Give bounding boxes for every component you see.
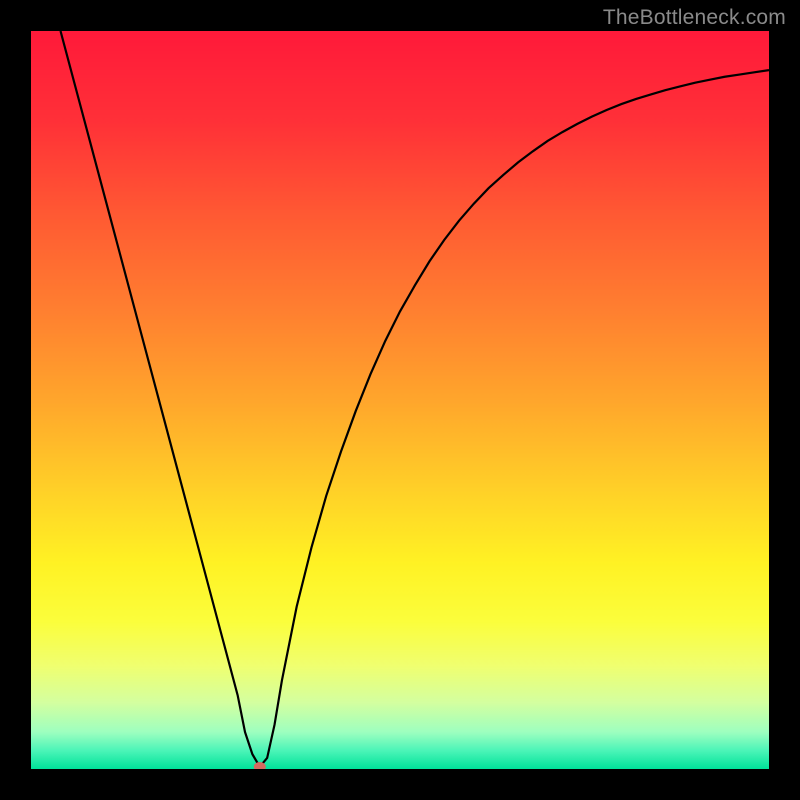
watermark-text: TheBottleneck.com — [603, 6, 786, 30]
bottleneck-chart — [31, 31, 769, 769]
chart-background-gradient — [31, 31, 769, 769]
